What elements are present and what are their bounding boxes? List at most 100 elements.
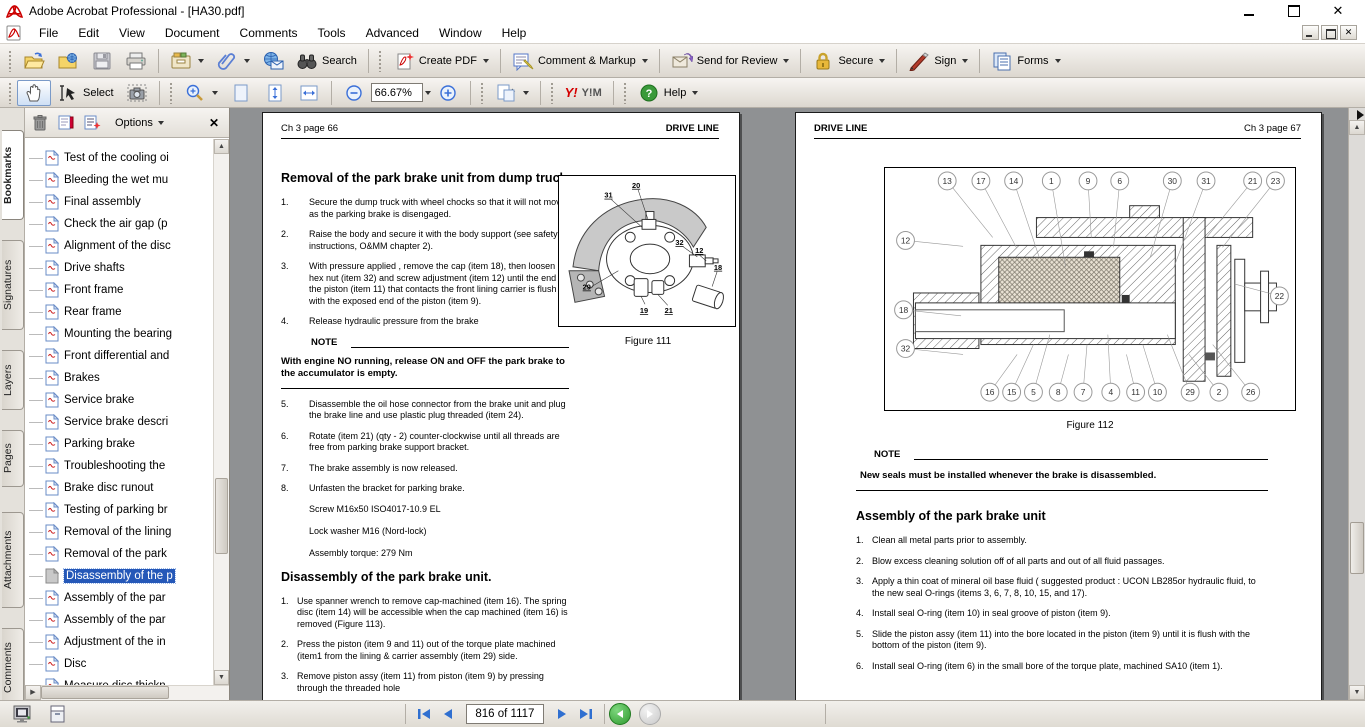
sign-button[interactable]: Sign xyxy=(902,48,974,74)
bookmark-item[interactable]: Bleeding the wet mu xyxy=(25,169,213,191)
scroll-down-icon[interactable]: ▼ xyxy=(214,670,229,685)
collapse-arrow-icon[interactable] xyxy=(1357,110,1364,120)
messenger-button[interactable]: Y!Y!M xyxy=(559,80,608,106)
bookmarks-vertical-scrollbar[interactable]: ▲ ▼ xyxy=(213,139,229,685)
tab-layers[interactable]: Layers xyxy=(2,350,24,410)
page-number-input[interactable] xyxy=(466,704,544,724)
toolbar-grip[interactable] xyxy=(8,82,13,104)
send-for-review-button[interactable]: Send for Review xyxy=(665,48,796,74)
maximize-button-icon[interactable] xyxy=(1287,5,1301,17)
snapshot-button[interactable] xyxy=(120,80,154,106)
document-minimize-icon[interactable] xyxy=(1302,25,1319,40)
select-tool-button[interactable]: Select xyxy=(51,80,120,106)
bookmark-item[interactable]: Measure disc thickn xyxy=(25,675,213,685)
zoom-level-input[interactable] xyxy=(371,83,423,102)
search-button[interactable]: Search xyxy=(290,48,363,74)
help-button[interactable]: ?Help xyxy=(632,80,705,106)
bookmark-item[interactable]: Drive shafts xyxy=(25,257,213,279)
bookmark-item[interactable]: Removal of the lining xyxy=(25,521,213,543)
menu-comments[interactable]: Comments xyxy=(231,24,307,42)
create-pdf-button[interactable]: Create PDF xyxy=(387,48,495,74)
bookmark-item[interactable]: Troubleshooting the xyxy=(25,455,213,477)
toolbar-grip[interactable] xyxy=(8,50,13,72)
attach-button[interactable] xyxy=(210,48,256,74)
bookmark-item[interactable]: Parking brake xyxy=(25,433,213,455)
document-close-icon[interactable]: ✕ xyxy=(1340,25,1357,40)
menu-view[interactable]: View xyxy=(110,24,154,42)
zoom-tool-button[interactable] xyxy=(178,80,224,106)
scroll-up-icon[interactable]: ▲ xyxy=(1349,120,1365,135)
bookmark-item[interactable]: Rear frame xyxy=(25,301,213,323)
next-view-button[interactable] xyxy=(639,703,661,725)
hand-tool-button[interactable] xyxy=(17,80,51,106)
fit-width-button[interactable] xyxy=(292,80,326,106)
bookmark-item[interactable]: Testing of parking br xyxy=(25,499,213,521)
actual-size-button[interactable] xyxy=(224,80,258,106)
bookmark-item[interactable]: Final assembly xyxy=(25,191,213,213)
email-button[interactable] xyxy=(256,48,290,74)
single-page-view-icon[interactable] xyxy=(12,704,34,724)
bookmark-item[interactable]: Assembly of the par xyxy=(25,587,213,609)
forms-button[interactable]: Forms xyxy=(985,48,1066,74)
bookmark-item[interactable]: Removal of the park xyxy=(25,543,213,565)
bookmark-item[interactable]: Brake disc runout xyxy=(25,477,213,499)
delete-bookmark-icon[interactable] xyxy=(31,114,49,131)
menu-window[interactable]: Window xyxy=(430,24,491,42)
secure-button[interactable]: Secure xyxy=(806,48,891,74)
bookmark-item[interactable]: Check the air gap (p xyxy=(25,213,213,235)
next-page-button[interactable] xyxy=(550,703,574,725)
bookmark-item[interactable]: Front frame xyxy=(25,279,213,301)
toolbar-grip[interactable] xyxy=(550,82,555,104)
menu-edit[interactable]: Edit xyxy=(69,24,108,42)
bookmarks-horizontal-scrollbar[interactable]: ◀ ▶ xyxy=(25,685,229,700)
minimize-button-icon[interactable] xyxy=(1243,5,1257,17)
toolbar-grip[interactable] xyxy=(378,50,383,72)
tab-comments[interactable]: Comments xyxy=(2,628,24,708)
zoom-dropdown-caret-icon[interactable] xyxy=(425,91,431,95)
tab-pages[interactable]: Pages xyxy=(2,430,24,487)
panel-close-icon[interactable]: ✕ xyxy=(209,116,223,130)
tab-attachments[interactable]: Attachments xyxy=(2,512,24,608)
menu-tools[interactable]: Tools xyxy=(309,24,355,42)
organizer-button[interactable] xyxy=(164,48,210,74)
toolbar-grip[interactable] xyxy=(169,82,174,104)
scroll-down-icon[interactable]: ▼ xyxy=(1349,685,1365,700)
bookmark-item[interactable]: Adjustment of the in xyxy=(25,631,213,653)
previous-page-button[interactable] xyxy=(436,703,460,725)
options-menu-button[interactable]: Options xyxy=(115,117,164,129)
scrollbar-thumb[interactable] xyxy=(1350,522,1364,574)
bookmark-item[interactable]: Front differential and xyxy=(25,345,213,367)
scroll-right-icon[interactable]: ▶ xyxy=(25,685,41,700)
menu-file[interactable]: File xyxy=(30,24,67,42)
toolbar-grip[interactable] xyxy=(623,82,628,104)
bookmark-item[interactable]: Service brake xyxy=(25,389,213,411)
bookmark-item[interactable]: Disassembly of the p xyxy=(25,565,213,587)
scrollbar-thumb[interactable] xyxy=(41,686,169,699)
menu-help[interactable]: Help xyxy=(493,24,536,42)
last-page-button[interactable] xyxy=(574,703,598,725)
bookmark-item[interactable]: Mounting the bearing xyxy=(25,323,213,345)
document-area[interactable]: Ch 3 page 66 DRIVE LINE Removal of the p… xyxy=(230,108,1365,700)
save-button[interactable] xyxy=(85,48,119,74)
comment-markup-button[interactable]: Comment & Markup xyxy=(506,48,654,74)
continuous-view-icon[interactable] xyxy=(46,704,68,724)
print-button[interactable] xyxy=(119,48,153,74)
tab-signatures[interactable]: Signatures xyxy=(2,240,24,330)
bookmark-item[interactable]: Alignment of the disc xyxy=(25,235,213,257)
close-button-icon[interactable]: ✕ xyxy=(1331,5,1345,17)
page-layout-button[interactable] xyxy=(489,80,535,106)
scroll-up-icon[interactable]: ▲ xyxy=(214,139,229,154)
document-vertical-scrollbar[interactable]: ▲ ▼ xyxy=(1348,108,1365,700)
tab-bookmarks[interactable]: Bookmarks xyxy=(2,130,24,220)
bookmark-item[interactable]: Assembly of the par xyxy=(25,609,213,631)
expand-current-bookmark-icon[interactable] xyxy=(57,114,75,131)
zoom-in-button[interactable] xyxy=(431,80,465,106)
bookmark-item[interactable]: Service brake descri xyxy=(25,411,213,433)
organizer-open-button[interactable] xyxy=(51,48,85,74)
scrollbar-thumb[interactable] xyxy=(215,478,228,554)
new-bookmark-icon[interactable] xyxy=(83,114,101,131)
bookmark-item[interactable]: Test of the cooling oi xyxy=(25,147,213,169)
document-restore-icon[interactable] xyxy=(1321,25,1338,40)
zoom-out-button[interactable] xyxy=(337,80,371,106)
previous-view-button[interactable] xyxy=(609,703,631,725)
